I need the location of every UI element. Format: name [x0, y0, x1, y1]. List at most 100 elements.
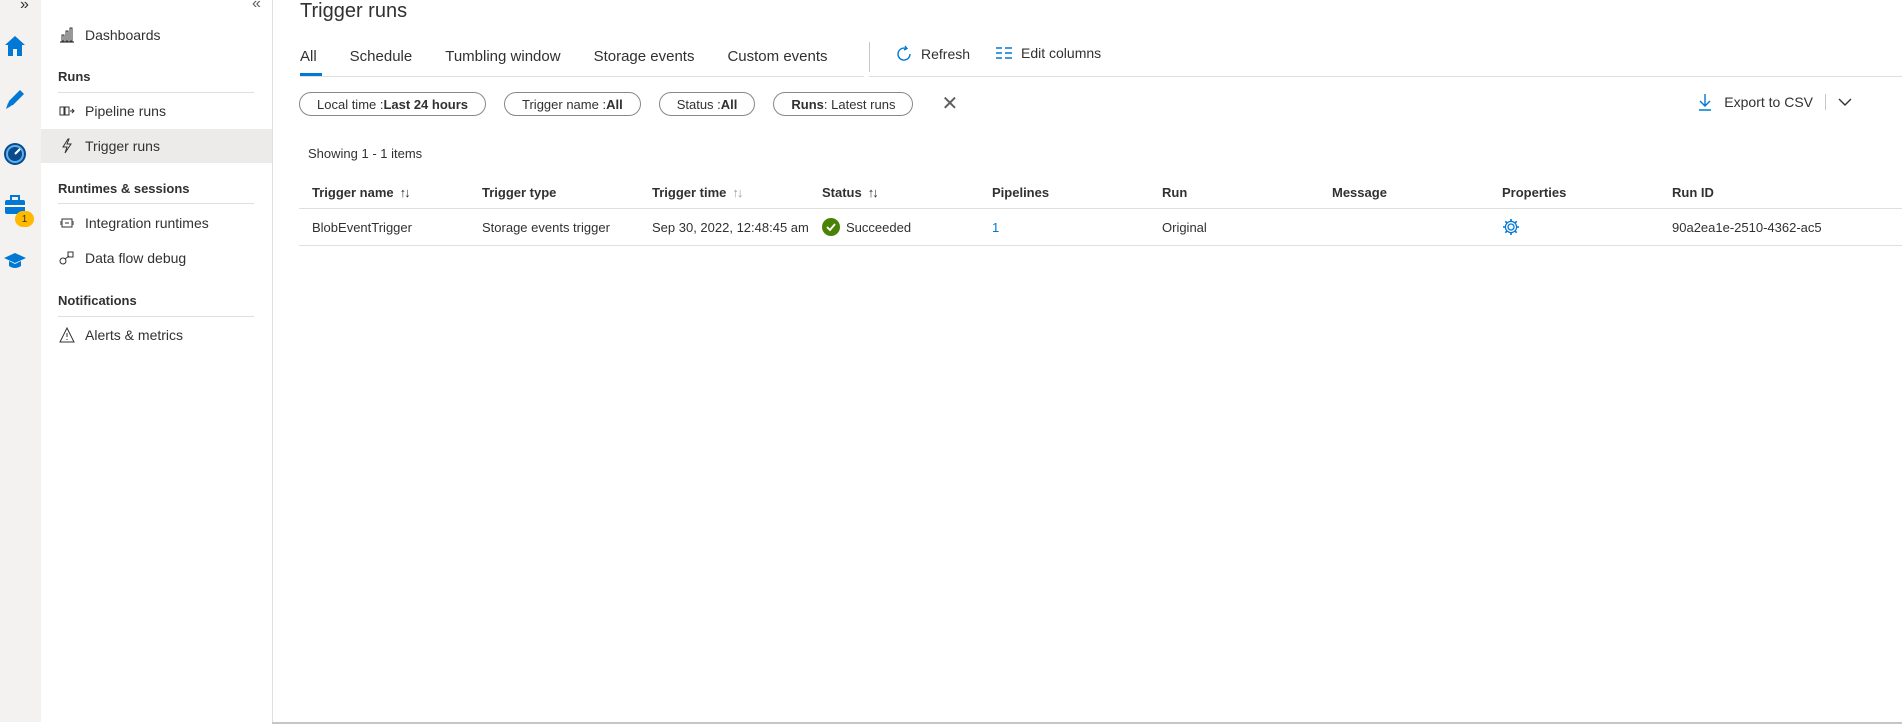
nav-divider [58, 203, 254, 204]
edit-columns-button[interactable]: Edit columns [995, 45, 1101, 61]
home-icon[interactable] [0, 29, 30, 63]
header-label: Pipelines [992, 185, 1050, 200]
table-header-row: Trigger name ↑↓ Trigger type Trigger time… [299, 177, 1902, 209]
page-title: Trigger runs [300, 0, 408, 22]
nav-section-notifications: Notifications [58, 293, 137, 308]
cell-status: Succeeded [809, 208, 979, 246]
tabs-divider [300, 76, 864, 77]
header-label: Run [1162, 185, 1188, 200]
learn-icon[interactable] [0, 244, 30, 278]
header-label: Trigger type [482, 185, 557, 200]
tab-schedule[interactable]: Schedule [350, 48, 413, 76]
header-label: Message [1332, 185, 1387, 200]
cell-trigger-type: Storage events trigger [469, 208, 639, 246]
nav-item-trigger-runs[interactable]: Trigger runs [41, 129, 272, 163]
nav-divider [58, 92, 254, 93]
nav-item-data-flow-debug[interactable]: Data flow debug [41, 241, 272, 275]
filter-value: All [606, 96, 623, 112]
export-separator [1825, 94, 1826, 110]
filter-runs[interactable]: Runs : Latest runs [773, 92, 914, 116]
expand-rail-icon[interactable]: » [20, 0, 29, 14]
tab-storage-events[interactable]: Storage events [594, 48, 695, 76]
nav-label-dashboards: Dashboards [85, 27, 161, 43]
column-header-trigger-type: Trigger type [469, 177, 639, 209]
filter-value: All [720, 96, 738, 112]
header-label: Trigger time [652, 185, 727, 200]
integration-runtime-icon [59, 215, 75, 231]
tab-custom-events[interactable]: Custom events [727, 48, 827, 76]
data-flow-icon [59, 250, 75, 266]
notification-badge: 1 [15, 211, 34, 227]
cell-run: Original [1149, 208, 1319, 246]
header-label: Trigger name [312, 185, 394, 200]
export-to-csv-button[interactable]: Export to CSV [1698, 93, 1864, 111]
nav-item-integration-runtimes[interactable]: Integration runtimes [41, 206, 272, 240]
nav-divider [58, 316, 254, 317]
sort-icon[interactable]: ↑↓ [732, 185, 743, 200]
cell-properties [1489, 208, 1659, 246]
column-header-trigger-name[interactable]: Trigger name ↑↓ [299, 177, 469, 209]
cell-run-id: 90a2ea1e-2510-4362-ac5 [1659, 208, 1902, 246]
download-icon [1699, 94, 1712, 111]
column-header-status[interactable]: Status ↑↓ [809, 177, 979, 209]
cell-message [1319, 208, 1489, 246]
export-label: Export to CSV [1724, 94, 1813, 110]
nav-label-trigger-runs: Trigger runs [85, 138, 160, 154]
pencil-icon[interactable] [0, 82, 30, 116]
column-header-properties: Properties [1489, 177, 1659, 209]
nav-section-runtimes: Runtimes & sessions [58, 181, 190, 196]
run-type-tabs: All Schedule Tumbling window Storage eve… [300, 48, 861, 76]
cell-trigger-time: Sep 30, 2022, 12:48:45 am [639, 208, 809, 246]
dashboard-chart-icon [59, 27, 75, 43]
sort-icon[interactable]: ↑↓ [868, 185, 879, 200]
toolbar-separator [869, 42, 870, 72]
refresh-button[interactable]: Refresh [895, 45, 970, 63]
lightning-icon [59, 138, 75, 154]
monitor-side-nav: Dashboards Runs Pipeline runs Trigger ru… [41, 0, 273, 722]
gear-icon[interactable] [1502, 218, 1520, 236]
filter-trigger-name[interactable]: Trigger name : All [504, 92, 641, 116]
warning-icon [59, 327, 75, 343]
filter-key: Local time : [317, 96, 384, 112]
collapse-nav-icon[interactable]: « [252, 0, 261, 13]
icon-rail: » 1 [0, 0, 42, 722]
column-header-message: Message [1319, 177, 1489, 209]
nav-item-alerts-metrics[interactable]: Alerts & metrics [41, 318, 272, 352]
nav-label-data-flow-debug: Data flow debug [85, 250, 187, 266]
nav-label-pipeline-runs: Pipeline runs [85, 103, 166, 119]
header-label: Run ID [1672, 185, 1714, 200]
toolbar-divider [869, 76, 1902, 77]
nav-item-pipeline-runs[interactable]: Pipeline runs [41, 94, 272, 128]
refresh-label: Refresh [921, 46, 971, 62]
column-header-trigger-time[interactable]: Trigger time ↑↓ [639, 177, 809, 209]
pipelines-link[interactable]: 1 [992, 220, 999, 235]
tab-all[interactable]: All [300, 48, 322, 76]
edit-columns-label: Edit columns [1021, 45, 1102, 61]
item-count: Showing 1 - 1 items [308, 146, 423, 161]
clear-filters-icon[interactable]: ✕ [941, 94, 958, 114]
filter-value: : Latest runs [823, 96, 896, 112]
nav-section-runs: Runs [58, 69, 91, 84]
monitor-icon[interactable] [0, 137, 30, 171]
sort-icon[interactable]: ↑↓ [400, 185, 411, 200]
nav-label-alerts-metrics: Alerts & metrics [85, 327, 184, 343]
chevron-down-icon[interactable] [1838, 97, 1852, 107]
edit-columns-icon [996, 47, 1012, 59]
header-label: Properties [1502, 185, 1567, 200]
cell-trigger-name: BlobEventTrigger [299, 208, 469, 246]
success-check-icon [822, 218, 840, 236]
nav-label-integration-runtimes: Integration runtimes [85, 215, 209, 231]
filter-local-time[interactable]: Local time : Last 24 hours [299, 92, 487, 116]
filter-key: Trigger name : [522, 96, 607, 112]
main-content: Trigger runs All Schedule Tumbling windo… [272, 0, 1902, 722]
filter-value: Last 24 hours [383, 96, 469, 112]
nav-item-dashboards[interactable]: Dashboards [41, 18, 272, 52]
table-row[interactable]: BlobEventTrigger Storage events trigger … [299, 208, 1902, 246]
column-header-run: Run [1149, 177, 1319, 209]
tab-tumbling-window[interactable]: Tumbling window [445, 48, 560, 76]
filter-key: Runs [791, 96, 824, 112]
cell-pipelines: 1 [979, 208, 1149, 246]
column-header-pipelines: Pipelines [979, 177, 1149, 209]
filter-status[interactable]: Status : All [658, 92, 756, 116]
filter-pills: Local time : Last 24 hours Trigger name … [299, 92, 958, 116]
